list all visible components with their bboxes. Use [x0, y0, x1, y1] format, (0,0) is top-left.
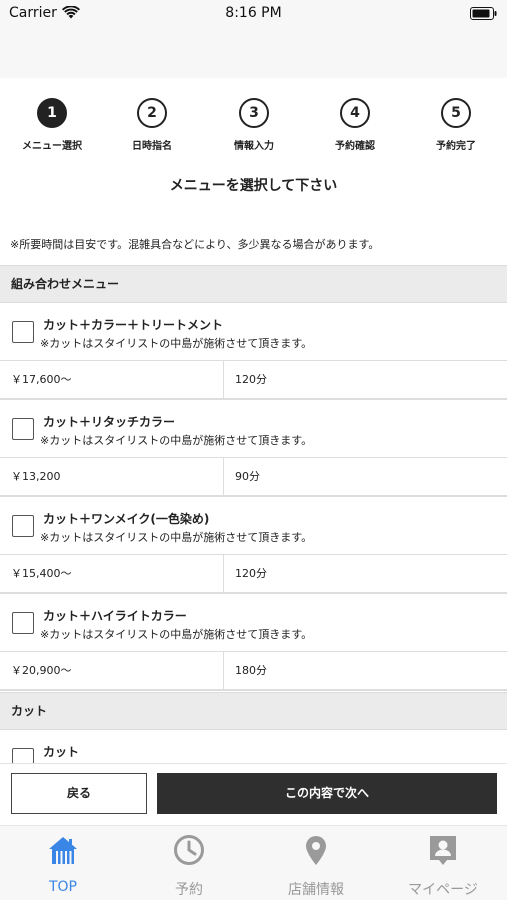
step-1-label: メニュー選択: [22, 141, 82, 152]
menu-duration: 120分: [235, 373, 267, 386]
menu-checkbox[interactable]: [12, 515, 34, 537]
menu-duration: 120分: [235, 567, 267, 580]
menu-meta: ￥13,200 90分: [0, 458, 507, 497]
menu-duration: 180分: [235, 664, 267, 677]
tab-label: 予約: [175, 882, 203, 898]
status-bar: Carrier 8:16 PM: [0, 0, 507, 28]
menu-item: カット＋ワンメイク(一色染め) ※カットはスタイリストの中島が施術させて頂きます…: [0, 497, 507, 594]
step-1-number: 1: [37, 98, 67, 128]
duration-notice: ※所要時間は目安です。混雑具合などにより、多少異なる場合があります。: [10, 238, 380, 251]
tab-store-info[interactable]: 店舗情報: [253, 826, 379, 900]
action-bar: 戻る この内容で次へ: [0, 763, 507, 825]
menu-note: ※カットはスタイリストの中島が施術させて頂きます。: [40, 531, 313, 544]
step-5-label: 予約完了: [436, 141, 476, 152]
menu-checkbox[interactable]: [12, 612, 34, 634]
tab-bar: TOP 予約 店舗情報 マイページ: [0, 825, 507, 900]
navigation-bar: [0, 28, 507, 78]
step-5: 5 予約完了: [416, 98, 496, 152]
menu-checkbox[interactable]: [12, 418, 34, 440]
step-3: 3 情報入力: [214, 98, 294, 152]
menu-meta: ￥20,900〜 180分: [0, 652, 507, 691]
menu-name: カット: [43, 745, 80, 759]
tab-top[interactable]: TOP: [0, 826, 126, 900]
next-button[interactable]: この内容で次へ: [157, 773, 497, 814]
step-4-number: 4: [340, 98, 370, 128]
divider: [223, 555, 224, 593]
menu-note: ※カットはスタイリストの中島が施術させて頂きます。: [40, 628, 313, 641]
back-button[interactable]: 戻る: [11, 773, 147, 814]
divider: [223, 361, 224, 399]
tab-label: TOP: [48, 879, 77, 895]
menu-item-row[interactable]: カット＋ハイライトカラー ※カットはスタイリストの中島が施術させて頂きます。: [0, 594, 507, 652]
divider: [223, 458, 224, 496]
menu-price: ￥15,400〜: [11, 567, 72, 580]
home-icon: [49, 837, 77, 864]
map-pin-icon: [306, 836, 326, 865]
menu-item: カット＋ハイライトカラー ※カットはスタイリストの中島が施術させて頂きます。 ￥…: [0, 594, 507, 691]
menu-name: カット＋ハイライトカラー: [43, 609, 187, 623]
profile-icon: [430, 836, 456, 865]
divider: [223, 652, 224, 690]
menu-duration: 90分: [235, 470, 260, 483]
menu-note: ※カットはスタイリストの中島が施術させて頂きます。: [40, 337, 313, 350]
menu-item-row[interactable]: カット＋カラー＋トリートメント ※カットはスタイリストの中島が施術させて頂きます…: [0, 303, 507, 361]
step-4: 4 予約確認: [315, 98, 395, 152]
menu-price: ￥13,200: [11, 470, 61, 483]
menu-name: カット＋ワンメイク(一色染め): [43, 512, 210, 526]
step-2-number: 2: [137, 98, 167, 128]
tab-reservation[interactable]: 予約: [126, 826, 252, 900]
step-3-label: 情報入力: [234, 141, 274, 152]
menu-price: ￥17,600〜: [11, 373, 72, 386]
menu-item-row[interactable]: カット＋ワンメイク(一色染め) ※カットはスタイリストの中島が施術させて頂きます…: [0, 497, 507, 555]
menu-meta: ￥15,400〜 120分: [0, 555, 507, 594]
tab-mypage[interactable]: マイページ: [380, 826, 506, 900]
battery-icon: [470, 7, 497, 20]
page-title: メニューを選択して下さい: [169, 178, 338, 194]
step-5-number: 5: [441, 98, 471, 128]
step-indicator: 1 メニュー選択 2 日時指名 3 情報入力 4 予約確認 5 予約完了: [0, 98, 507, 158]
section-header-combo: 組み合わせメニュー: [0, 265, 507, 303]
step-4-label: 予約確認: [335, 141, 375, 152]
step-2: 2 日時指名: [112, 98, 192, 152]
menu-item-row[interactable]: カット＋リタッチカラー ※カットはスタイリストの中島が施術させて頂きます。: [0, 400, 507, 458]
menu-name: カット＋リタッチカラー: [43, 415, 176, 429]
step-2-label: 日時指名: [132, 141, 172, 152]
menu-meta: ￥17,600〜 120分: [0, 361, 507, 400]
tab-label: 店舗情報: [288, 882, 344, 898]
step-1: 1 メニュー選択: [12, 98, 92, 152]
menu-price: ￥20,900〜: [11, 664, 72, 677]
tab-label: マイページ: [408, 882, 478, 898]
section-header-cut: カット: [0, 692, 507, 730]
clock-icon: [174, 835, 204, 865]
menu-item: カット＋カラー＋トリートメント ※カットはスタイリストの中島が施術させて頂きます…: [0, 303, 507, 400]
step-3-number: 3: [239, 98, 269, 128]
menu-name: カット＋カラー＋トリートメント: [43, 318, 224, 332]
menu-item: カット＋リタッチカラー ※カットはスタイリストの中島が施術させて頂きます。 ￥1…: [0, 400, 507, 497]
menu-note: ※カットはスタイリストの中島が施術させて頂きます。: [40, 434, 313, 447]
clock-time: 8:16 PM: [225, 5, 282, 21]
menu-checkbox[interactable]: [12, 321, 34, 343]
